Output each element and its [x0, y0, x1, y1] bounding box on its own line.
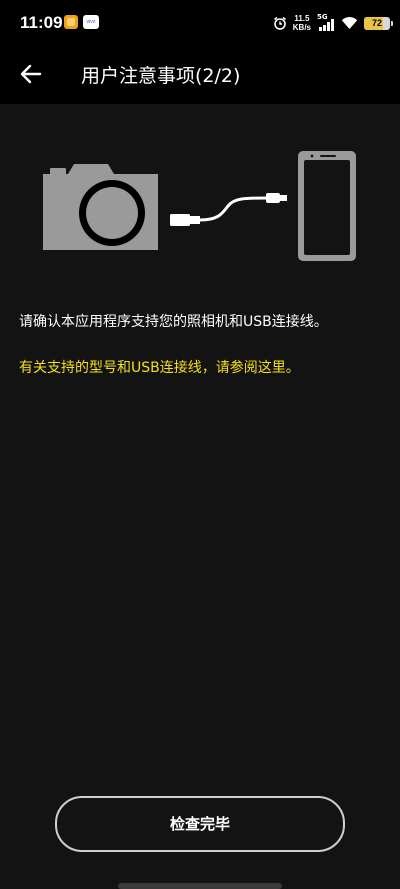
status-time: 11:09: [20, 13, 63, 32]
camera-icon: [43, 164, 158, 250]
camera-phone-connection-illustration: [43, 151, 356, 261]
notification-app-icon: [64, 15, 78, 29]
page-title: 用户注意事项(2/2): [81, 65, 241, 87]
home-indicator: [118, 883, 282, 889]
screen: 11:09 vivo 11.5 KB/s 5G 72 用户注意事项(2/2) 请…: [0, 0, 400, 889]
arrow-left-icon: [20, 64, 42, 84]
supported-models-link[interactable]: 有关支持的型号和USB连接线，请参阅这里。: [19, 358, 381, 378]
vivo-app-icon: vivo: [83, 15, 99, 29]
check-complete-button[interactable]: 检查完毕: [55, 796, 345, 852]
status-bar: 11:09 vivo 11.5 KB/s 5G 72: [0, 0, 400, 44]
battery-icon: 72: [364, 16, 393, 30]
network-speed-unit: KB/s: [292, 23, 311, 32]
battery-level: 72: [371, 17, 382, 28]
instruction-text: 请确认本应用程序支持您的照相机和USB连接线。: [19, 314, 328, 330]
alarm-icon: [273, 16, 286, 30]
cellular-signal-icon: 5G: [317, 13, 335, 31]
network-speed-value: 11.5: [294, 14, 310, 23]
status-icons: 11.5 KB/s 5G 72: [273, 12, 393, 34]
smartphone-icon: [298, 151, 356, 261]
back-button[interactable]: [14, 58, 48, 90]
wifi-icon: [341, 17, 358, 29]
usb-cable-icon: [170, 193, 287, 226]
network-speed: 11.5 KB/s: [293, 14, 311, 32]
app-bar: 用户注意事项(2/2): [0, 44, 400, 104]
